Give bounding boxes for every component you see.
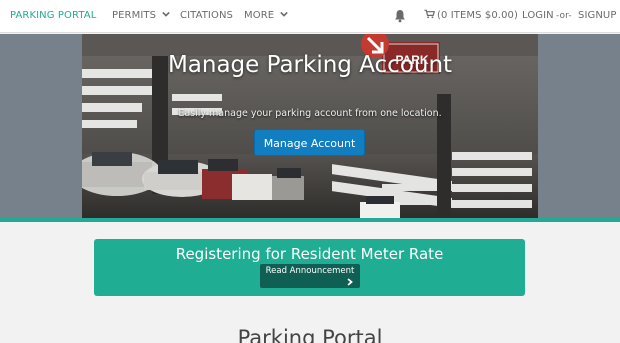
bell-icon[interactable] xyxy=(394,9,406,23)
cart-summary: (0 ITEMS $0.00) xyxy=(437,10,519,21)
nav-more-label: MORE xyxy=(244,10,275,21)
signup-link[interactable]: SIGNUP xyxy=(578,0,616,33)
read-announcement-label: Read Announcement xyxy=(265,266,355,276)
top-navbar: PARKING PORTAL PERMITS CITATIONS MORE (0… xyxy=(0,0,620,33)
nav-permits-dropdown[interactable]: PERMITS xyxy=(112,0,171,33)
login-link[interactable]: LOGIN xyxy=(522,0,554,33)
login-signup-separator: -or- xyxy=(556,11,572,21)
page-title: Parking Portal xyxy=(237,326,383,343)
hero-divider xyxy=(0,218,620,222)
announcement-banner: Registering for Resident Meter Rate Read… xyxy=(94,239,525,296)
read-announcement-button[interactable]: Read Announcement xyxy=(260,264,360,288)
nav-more-dropdown[interactable]: MORE xyxy=(244,0,289,33)
announcement-title: Registering for Resident Meter Rate xyxy=(175,245,444,263)
chevron-right-icon xyxy=(347,278,353,286)
hero-title: Manage Parking Account xyxy=(167,52,453,78)
chevron-down-icon xyxy=(280,11,289,17)
cart-link[interactable]: (0 ITEMS $0.00) xyxy=(424,0,518,33)
shopping-cart-icon xyxy=(424,9,435,19)
chevron-down-icon xyxy=(162,11,171,17)
nav-permits-label: PERMITS xyxy=(112,10,157,21)
manage-account-button[interactable]: Manage Account xyxy=(254,129,365,156)
hero-subtitle: Easily manage your parking account from … xyxy=(178,108,442,119)
nav-citations-link[interactable]: CITATIONS xyxy=(180,0,233,33)
brand-link[interactable]: PARKING PORTAL xyxy=(10,0,96,33)
